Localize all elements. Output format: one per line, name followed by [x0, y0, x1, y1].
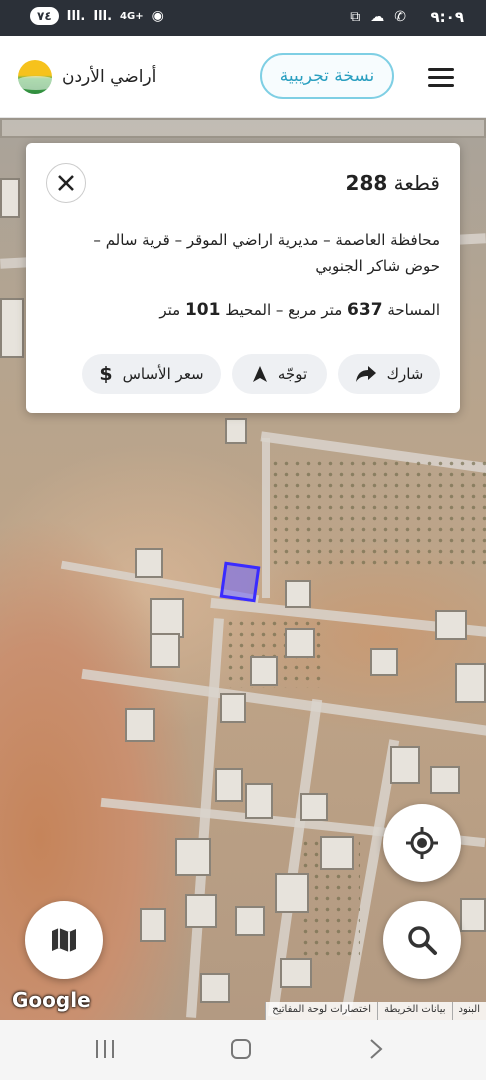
map-building — [285, 580, 311, 608]
map-building — [225, 418, 247, 444]
dollar-icon: $ — [99, 363, 113, 385]
map-building — [200, 973, 230, 1003]
map-building — [125, 708, 155, 742]
map-data-link[interactable]: بيانات الخريطة — [377, 1002, 451, 1020]
close-icon — [58, 175, 74, 191]
back-icon[interactable] — [368, 1038, 384, 1060]
parcel-title: قطعة 288 — [346, 171, 440, 195]
map-building — [435, 610, 467, 640]
base-price-button[interactable]: سعر الأساس $ — [82, 354, 221, 394]
map-building — [0, 178, 20, 218]
map-building — [140, 908, 166, 942]
screenshot-icon: ⧉ — [350, 9, 361, 25]
map-icon — [52, 928, 76, 952]
parcel-title-prefix: قطعة — [393, 171, 440, 195]
phone-icon: ✆ — [394, 9, 406, 25]
cloud-icon: ☁ — [370, 9, 385, 25]
parcel-number: 288 — [345, 171, 388, 195]
keyboard-shortcuts-link[interactable]: اختصارات لوحة المفاتيح — [265, 1002, 377, 1020]
map-orchard — [270, 458, 486, 568]
map-building — [185, 894, 217, 928]
map-building — [250, 656, 278, 686]
map-building — [460, 898, 486, 932]
my-location-icon — [406, 827, 438, 859]
selected-parcel-polygon[interactable] — [219, 561, 261, 603]
app-logo-icon — [18, 60, 52, 94]
share-button[interactable]: شارك — [338, 354, 440, 394]
map-building — [150, 633, 180, 668]
my-location-button[interactable] — [383, 804, 461, 882]
search-button[interactable] — [383, 901, 461, 979]
map-building — [135, 548, 163, 578]
brand[interactable]: أراضي الأردن — [18, 60, 156, 94]
perimeter-unit: متر — [159, 301, 181, 319]
google-logo: Google — [12, 988, 91, 1012]
navigation-arrow-icon — [252, 366, 267, 382]
trial-version-button[interactable]: نسخة تجريبية — [260, 53, 394, 99]
share-icon — [355, 366, 376, 382]
map-building — [320, 836, 354, 870]
map-attribution: البنود بيانات الخريطة اختصارات لوحة المف… — [265, 1002, 486, 1020]
navigate-label: توجّه — [277, 365, 308, 383]
status-left-group: ٧٤ Ill. Ill. 4G+ ◉ — [30, 7, 164, 25]
parcel-info-card: قطعة 288 محافظة العاصمة – مديرية اراضي ا… — [26, 143, 460, 413]
terms-link[interactable]: البنود — [451, 1002, 486, 1020]
card-actions: شارك توجّه سعر الأساس $ — [82, 354, 440, 394]
map-building — [245, 783, 273, 819]
perimeter-label: المحيط — [225, 301, 272, 319]
map-building — [175, 838, 211, 876]
map-layers-button[interactable] — [25, 901, 103, 979]
map-building — [235, 906, 265, 936]
map-building — [0, 298, 24, 358]
search-icon — [408, 926, 437, 955]
status-bar: ٧٤ Ill. Ill. 4G+ ◉ ⧉ ☁ ✆ ٩:٠٩ — [0, 0, 486, 36]
map-building — [285, 628, 315, 658]
close-button[interactable] — [46, 163, 86, 203]
signal-indicator-1: Ill. — [66, 8, 86, 24]
status-time: ٩:٠٩ — [430, 8, 464, 26]
battery-indicator: ٧٤ — [30, 7, 59, 25]
signal-indicator-2: Ill. — [93, 8, 113, 24]
area-unit: متر مربع — [288, 301, 343, 319]
app-header: أراضي الأردن نسخة تجريبية — [0, 36, 486, 118]
map-building — [430, 766, 460, 794]
map-building — [300, 793, 328, 821]
recent-apps-icon[interactable] — [94, 1038, 116, 1060]
brand-name: أراضي الأردن — [62, 67, 157, 87]
area-label: المساحة — [387, 301, 440, 319]
parcel-area-perimeter: المساحة 637 متر مربع – المحيط 101 متر — [159, 300, 440, 320]
hotspot-icon: ◉ — [151, 8, 164, 24]
status-right-icons: ⧉ ☁ ✆ — [350, 9, 406, 25]
map-building — [215, 768, 243, 802]
map-building — [220, 693, 246, 723]
network-type: 4G+ — [120, 10, 144, 22]
map-building — [455, 663, 486, 703]
map-building — [390, 746, 420, 784]
map-road — [262, 438, 270, 598]
perimeter-value: 101 — [184, 300, 221, 320]
system-navigation-bar — [0, 1020, 486, 1080]
navigate-button[interactable]: توجّه — [232, 354, 327, 394]
map-buildings-strip — [0, 118, 486, 138]
map-building — [275, 873, 309, 913]
home-icon[interactable] — [230, 1038, 252, 1060]
map-building — [150, 598, 184, 638]
base-price-label: سعر الأساس — [122, 365, 204, 383]
area-value: 637 — [347, 300, 383, 320]
hamburger-menu-icon[interactable] — [428, 68, 454, 88]
map-building — [280, 958, 312, 988]
share-label: شارك — [386, 365, 424, 383]
map-building — [370, 648, 398, 676]
separator: – — [275, 301, 284, 319]
parcel-address: محافظة العاصمة – مديرية اراضي الموقر – ق… — [93, 231, 440, 275]
